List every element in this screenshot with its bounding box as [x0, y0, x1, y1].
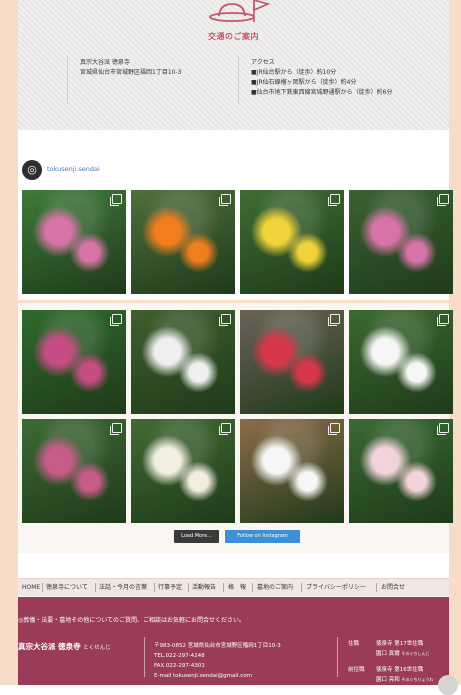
- instagram-photo-pink-hanging-bells[interactable]: [22, 419, 126, 523]
- role-title: 徳泉寺 第16世住職: [376, 667, 424, 673]
- follow-instagram-button[interactable]: Follow on Instagram: [225, 530, 300, 543]
- instagram-icon[interactable]: ◎: [22, 160, 42, 180]
- nav-separator: [42, 583, 43, 592]
- role-title: 徳泉寺 第17世住職: [376, 641, 424, 647]
- temple-name: 真宗大谷派 徳泉寺 とくせんじ: [18, 641, 111, 652]
- instagram-photo-yellow-sedum[interactable]: [240, 190, 344, 294]
- nav-item-dharma[interactable]: 法話・今月の言葉: [99, 579, 147, 596]
- nav-item-cemetery[interactable]: 墓地のご案内: [257, 579, 293, 596]
- site-footer: ◎葬儀・法要・墓地その他についてのご質問、ご相談はお気軽にお問合せください。 真…: [18, 597, 449, 685]
- multi-photo-icon: [219, 194, 231, 206]
- temple-hat-flag-logo: [209, 0, 271, 22]
- load-more-button[interactable]: Load More...: [174, 530, 219, 543]
- instagram-photo-pink-hydrangea[interactable]: [22, 190, 126, 294]
- temple-name-kana: とくせんじ: [83, 645, 111, 651]
- multi-photo-icon: [328, 423, 340, 435]
- divider: [144, 637, 145, 677]
- access-routes: アクセス ■JR仙台駅から（徒歩）約10分 ■JR仙石線榴ヶ岡駅から（徒歩）約4…: [251, 58, 393, 98]
- contact-note: ◎葬儀・法要・墓地その他についてのご質問、ご相談はお気軽にお問合せください。: [18, 617, 246, 624]
- role-person: 園口 真爾 そのぐちしんじ: [376, 649, 430, 657]
- multi-photo-icon: [328, 194, 340, 206]
- role-label: 前住職: [348, 667, 365, 673]
- nav-item-privacy[interactable]: プライバシーポリシー: [306, 579, 366, 596]
- instagram-photo-white-cluster[interactable]: [131, 419, 235, 523]
- nav-item-events[interactable]: 行事予定: [158, 579, 182, 596]
- multi-photo-icon: [437, 194, 449, 206]
- role-name: 園口 真爾: [376, 651, 400, 657]
- multi-photo-icon: [110, 194, 122, 206]
- left-margin: [0, 0, 18, 685]
- nav-separator: [188, 583, 189, 592]
- address-block: 真宗大谷派 徳泉寺 宮城県仙台市宮城野区福岡1丁目10-3: [80, 58, 181, 78]
- nav-separator: [301, 583, 302, 592]
- role-label: 住職: [348, 641, 360, 647]
- nav-separator: [223, 583, 224, 592]
- divider: [337, 637, 338, 677]
- access-title: 交通のご案内: [208, 32, 259, 41]
- nav-item-home[interactable]: HOME: [22, 579, 40, 596]
- instagram-photo-orange-lily[interactable]: [131, 190, 235, 294]
- instagram-photo-white-spike[interactable]: [131, 310, 235, 414]
- instagram-photo-pale-pink-peony[interactable]: [349, 419, 453, 523]
- instagram-photo-white-pink-pot[interactable]: [240, 419, 344, 523]
- multi-photo-icon: [328, 314, 340, 326]
- scroll-to-top-button[interactable]: [438, 675, 458, 695]
- nav-item-news[interactable]: 格 報: [228, 579, 246, 596]
- role-person: 園口 亮和 そのぐちりょうわ: [376, 675, 434, 683]
- access-panel: 交通のご案内 真宗大谷派 徳泉寺 宮城県仙台市宮城野区福岡1丁目10-3 アクセ…: [18, 0, 449, 130]
- nav-separator: [95, 583, 96, 592]
- access-heading: アクセス: [251, 59, 275, 66]
- tel: TEL.022-297-4248: [154, 653, 205, 659]
- route-line: ■JR仙台駅から（徒歩）約10分: [251, 69, 337, 76]
- multi-photo-icon: [219, 314, 231, 326]
- role-kana: そのぐちしんじ: [401, 651, 430, 656]
- fax: FAX.022-297-4301: [154, 663, 205, 669]
- multi-photo-icon: [437, 423, 449, 435]
- multi-photo-icon: [219, 423, 231, 435]
- instagram-photo-red-honeysuckle[interactable]: [240, 310, 344, 414]
- multi-photo-icon: [110, 314, 122, 326]
- instagram-handle[interactable]: tokusenji.sendai: [47, 165, 100, 173]
- divider: [238, 56, 239, 104]
- role-kana: そのぐちりょうわ: [401, 677, 434, 682]
- address-line: 宮城県仙台市宮城野区福岡1丁目10-3: [80, 69, 182, 76]
- nav-separator: [252, 583, 253, 592]
- email-link[interactable]: E-mail tokusenji.sendai@gmail.com: [154, 671, 281, 681]
- contact-block: 〒983-0852 宮城県仙台市宮城野区榴岡1丁目10-3 TEL.022-29…: [154, 641, 281, 681]
- postal-address: 〒983-0852 宮城県仙台市宮城野区榴岡1丁目10-3: [154, 643, 281, 649]
- divider: [67, 56, 68, 104]
- role-name: 園口 亮和: [376, 677, 400, 683]
- multi-photo-icon: [110, 423, 122, 435]
- instagram-photo-pink-flowers[interactable]: [349, 190, 453, 294]
- nav-item-contact[interactable]: お問合せ: [381, 579, 405, 596]
- nav-item-about[interactable]: 徳泉寺について: [46, 579, 88, 596]
- temple-line: 真宗大谷派 徳泉寺: [80, 59, 130, 66]
- instagram-photo-pink-spirea[interactable]: [22, 310, 126, 414]
- footer-nav: HOME 徳泉寺について 法話・今月の言葉 行事予定 活動報告 格 報 墓地のご…: [18, 578, 449, 596]
- route-line: ■仙台市地下鉄東西線宮城野通駅から（徒歩）約6分: [251, 89, 393, 96]
- multi-photo-icon: [437, 314, 449, 326]
- nav-separator: [376, 583, 377, 592]
- nav-separator: [154, 583, 155, 592]
- route-line: ■JR仙石線榴ヶ岡駅から（徒歩）約4分: [251, 79, 357, 86]
- nav-item-reports[interactable]: 活動報告: [192, 579, 216, 596]
- instagram-photo-white-star-flower[interactable]: [349, 310, 453, 414]
- temple-name-text: 真宗大谷派 徳泉寺: [18, 642, 81, 651]
